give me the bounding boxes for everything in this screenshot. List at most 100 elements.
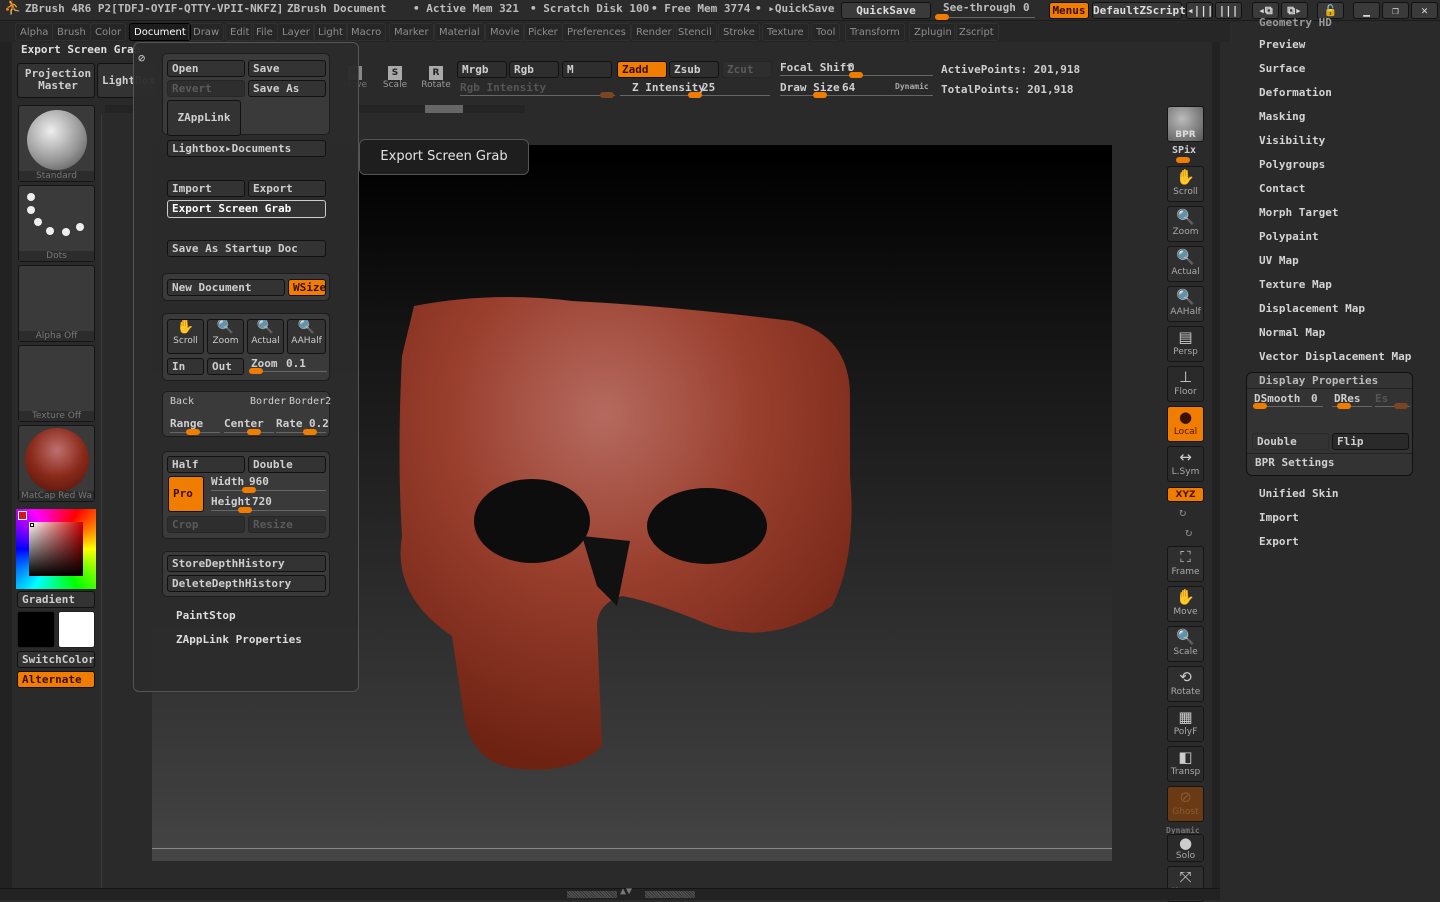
- scroll-button-shelf[interactable]: ✋ Scroll: [1167, 166, 1204, 202]
- import-subpalette[interactable]: Import: [1259, 511, 1299, 524]
- menu-stroke[interactable]: Stroke: [718, 23, 760, 41]
- actual-button-shelf[interactable]: 🔍 Actual: [1167, 246, 1204, 282]
- zsub-button[interactable]: Zsub: [669, 61, 719, 78]
- canvas-horizontal-scroll-thumb[interactable]: [425, 105, 463, 113]
- rotate-button-shelf[interactable]: ⟲ Rotate: [1167, 666, 1204, 702]
- revert-button[interactable]: Revert: [167, 80, 245, 97]
- save-as-button[interactable]: Save As: [248, 80, 326, 97]
- see-through-slider[interactable]: [935, 17, 1035, 18]
- wsize-button[interactable]: WSize: [288, 279, 326, 296]
- back-color-swatch[interactable]: Back: [170, 396, 194, 407]
- bottom-tray-toggle-icon[interactable]: ▲▼: [620, 886, 632, 897]
- menu-brush[interactable]: Brush: [52, 23, 91, 41]
- normal-map-subpalette[interactable]: Normal Map: [1259, 326, 1325, 339]
- zcut-button[interactable]: Zcut: [722, 61, 772, 78]
- stroke-thumbnail[interactable]: Dots: [18, 185, 95, 262]
- polypaint-subpalette[interactable]: Polypaint: [1259, 230, 1319, 243]
- menu-light[interactable]: Light: [313, 23, 348, 41]
- rate-slider-knob[interactable]: [303, 429, 317, 435]
- ghost-button[interactable]: ⊘ Ghost: [1167, 786, 1204, 822]
- polygroups-subpalette[interactable]: Polygroups: [1259, 158, 1325, 171]
- color-picker-square[interactable]: [29, 522, 83, 576]
- lsym-button[interactable]: ↔ L.Sym: [1167, 446, 1204, 482]
- bottom-tray-grip[interactable]: [645, 891, 695, 898]
- export-button[interactable]: Export: [248, 180, 326, 197]
- color-picker-ring[interactable]: [16, 509, 96, 589]
- zoom-slider-knob[interactable]: [249, 368, 263, 374]
- scale-button-shelf[interactable]: 🔍 Scale: [1167, 626, 1204, 662]
- menu-edit[interactable]: Edit: [225, 23, 255, 41]
- delete-depth-history-button[interactable]: DeleteDepthHistory: [167, 575, 326, 592]
- gradient-button[interactable]: Gradient: [17, 591, 95, 608]
- menu-picker[interactable]: Picker: [523, 23, 563, 41]
- right-tray-scroll[interactable]: [1212, 42, 1220, 900]
- surface-subpalette[interactable]: Surface: [1259, 62, 1305, 75]
- display-flip-button[interactable]: Flip: [1332, 433, 1409, 450]
- vector-displacement-map-subpalette[interactable]: Vector Displacement Map: [1259, 350, 1411, 363]
- prev-layout-icon[interactable]: ◂|||: [1186, 2, 1214, 19]
- projection-master-button[interactable]: Projection Master: [17, 63, 95, 98]
- rotate-mode-button[interactable]: R Rotate: [420, 66, 452, 94]
- width-slider-knob[interactable]: [242, 487, 256, 493]
- height-slider[interactable]: [211, 510, 326, 511]
- menus-button[interactable]: Menus: [1049, 2, 1089, 19]
- y-rotate-icon[interactable]: ↻: [1179, 505, 1186, 519]
- half-button[interactable]: Half: [167, 456, 245, 473]
- next-layout-icon[interactable]: |||▸: [1215, 2, 1242, 32]
- menu-zplugin[interactable]: Zplugin: [909, 23, 957, 41]
- alpha-thumbnail[interactable]: Alpha Off: [18, 265, 95, 342]
- move-button-shelf[interactable]: ✋ Move: [1167, 586, 1204, 622]
- menu-draw[interactable]: Draw: [188, 23, 225, 41]
- bpr-button[interactable]: BPR: [1167, 106, 1204, 142]
- save-button[interactable]: Save: [248, 60, 326, 77]
- zoom-in-button[interactable]: In: [167, 358, 204, 375]
- export-subpalette[interactable]: Export: [1259, 535, 1299, 548]
- persp-button[interactable]: ▤ Persp: [1167, 326, 1204, 362]
- menu-color[interactable]: Color: [90, 23, 127, 41]
- menu-document[interactable]: Document: [129, 23, 191, 41]
- default-zscript-button[interactable]: DefaultZScript: [1092, 2, 1186, 19]
- masking-subpalette[interactable]: Masking: [1259, 110, 1305, 123]
- store-depth-history-button[interactable]: StoreDepthHistory: [167, 555, 326, 572]
- secondary-color-black-swatch[interactable]: [17, 611, 55, 648]
- menu-stencil[interactable]: Stencil: [673, 23, 717, 41]
- menu-macro[interactable]: Macro: [346, 23, 387, 41]
- focal-shift-knob[interactable]: [849, 72, 863, 78]
- paintstop-subpalette[interactable]: PaintStop: [176, 609, 236, 622]
- zoom-button-shelf[interactable]: 🔍 Zoom: [1167, 206, 1204, 242]
- aahalf-button[interactable]: 🔍 AAHalf: [287, 319, 326, 354]
- local-button[interactable]: ● Local: [1167, 406, 1204, 442]
- menu-tool[interactable]: Tool: [811, 23, 841, 41]
- scale-mode-button[interactable]: S Scale: [380, 66, 410, 94]
- height-slider-knob[interactable]: [238, 507, 252, 513]
- restore-icon[interactable]: ❐: [1382, 2, 1409, 19]
- resize-button[interactable]: Resize: [248, 516, 326, 533]
- geometry-hd-subpalette[interactable]: Geometry HD: [1259, 16, 1332, 29]
- rgb-intensity-knob[interactable]: [600, 92, 614, 98]
- rate-slider[interactable]: [276, 432, 326, 433]
- floor-button[interactable]: ⊥ Floor: [1167, 366, 1204, 402]
- dres-slider-knob[interactable]: [1337, 403, 1351, 409]
- deformation-subpalette[interactable]: Deformation: [1259, 86, 1332, 99]
- left-shelf-scroll[interactable]: [0, 42, 12, 900]
- close-icon[interactable]: ✕: [1411, 2, 1438, 19]
- dsmooth-slider-knob[interactable]: [1253, 403, 1267, 409]
- dynamic-toggle[interactable]: Dynamic: [895, 82, 929, 91]
- solo-button[interactable]: ● Solo: [1167, 834, 1204, 862]
- switch-color-button[interactable]: SwitchColor: [17, 651, 95, 668]
- frame-button[interactable]: ⛶ Frame: [1167, 546, 1204, 582]
- z-intensity-knob[interactable]: [688, 92, 702, 98]
- contact-subpalette[interactable]: Contact: [1259, 182, 1305, 195]
- rgb-intensity-slider[interactable]: [460, 95, 615, 96]
- displacement-map-subpalette[interactable]: Displacement Map: [1259, 302, 1365, 315]
- menu-transform[interactable]: Transform: [845, 23, 905, 41]
- xyz-rotate-button[interactable]: XYZ: [1167, 487, 1204, 502]
- zapplink-properties-subpalette[interactable]: ZAppLink Properties: [176, 633, 302, 646]
- texture-thumbnail[interactable]: Texture Off: [18, 345, 95, 422]
- export-screen-grab-button[interactable]: Export Screen Grab: [167, 200, 326, 218]
- texture-map-subpalette[interactable]: Texture Map: [1259, 278, 1332, 291]
- zoom-button[interactable]: 🔍 Zoom: [207, 319, 244, 354]
- menu-texture[interactable]: Texture: [762, 23, 809, 41]
- brush-thumbnail[interactable]: Standard: [18, 105, 95, 182]
- popout-icon[interactable]: ⊘: [138, 51, 145, 65]
